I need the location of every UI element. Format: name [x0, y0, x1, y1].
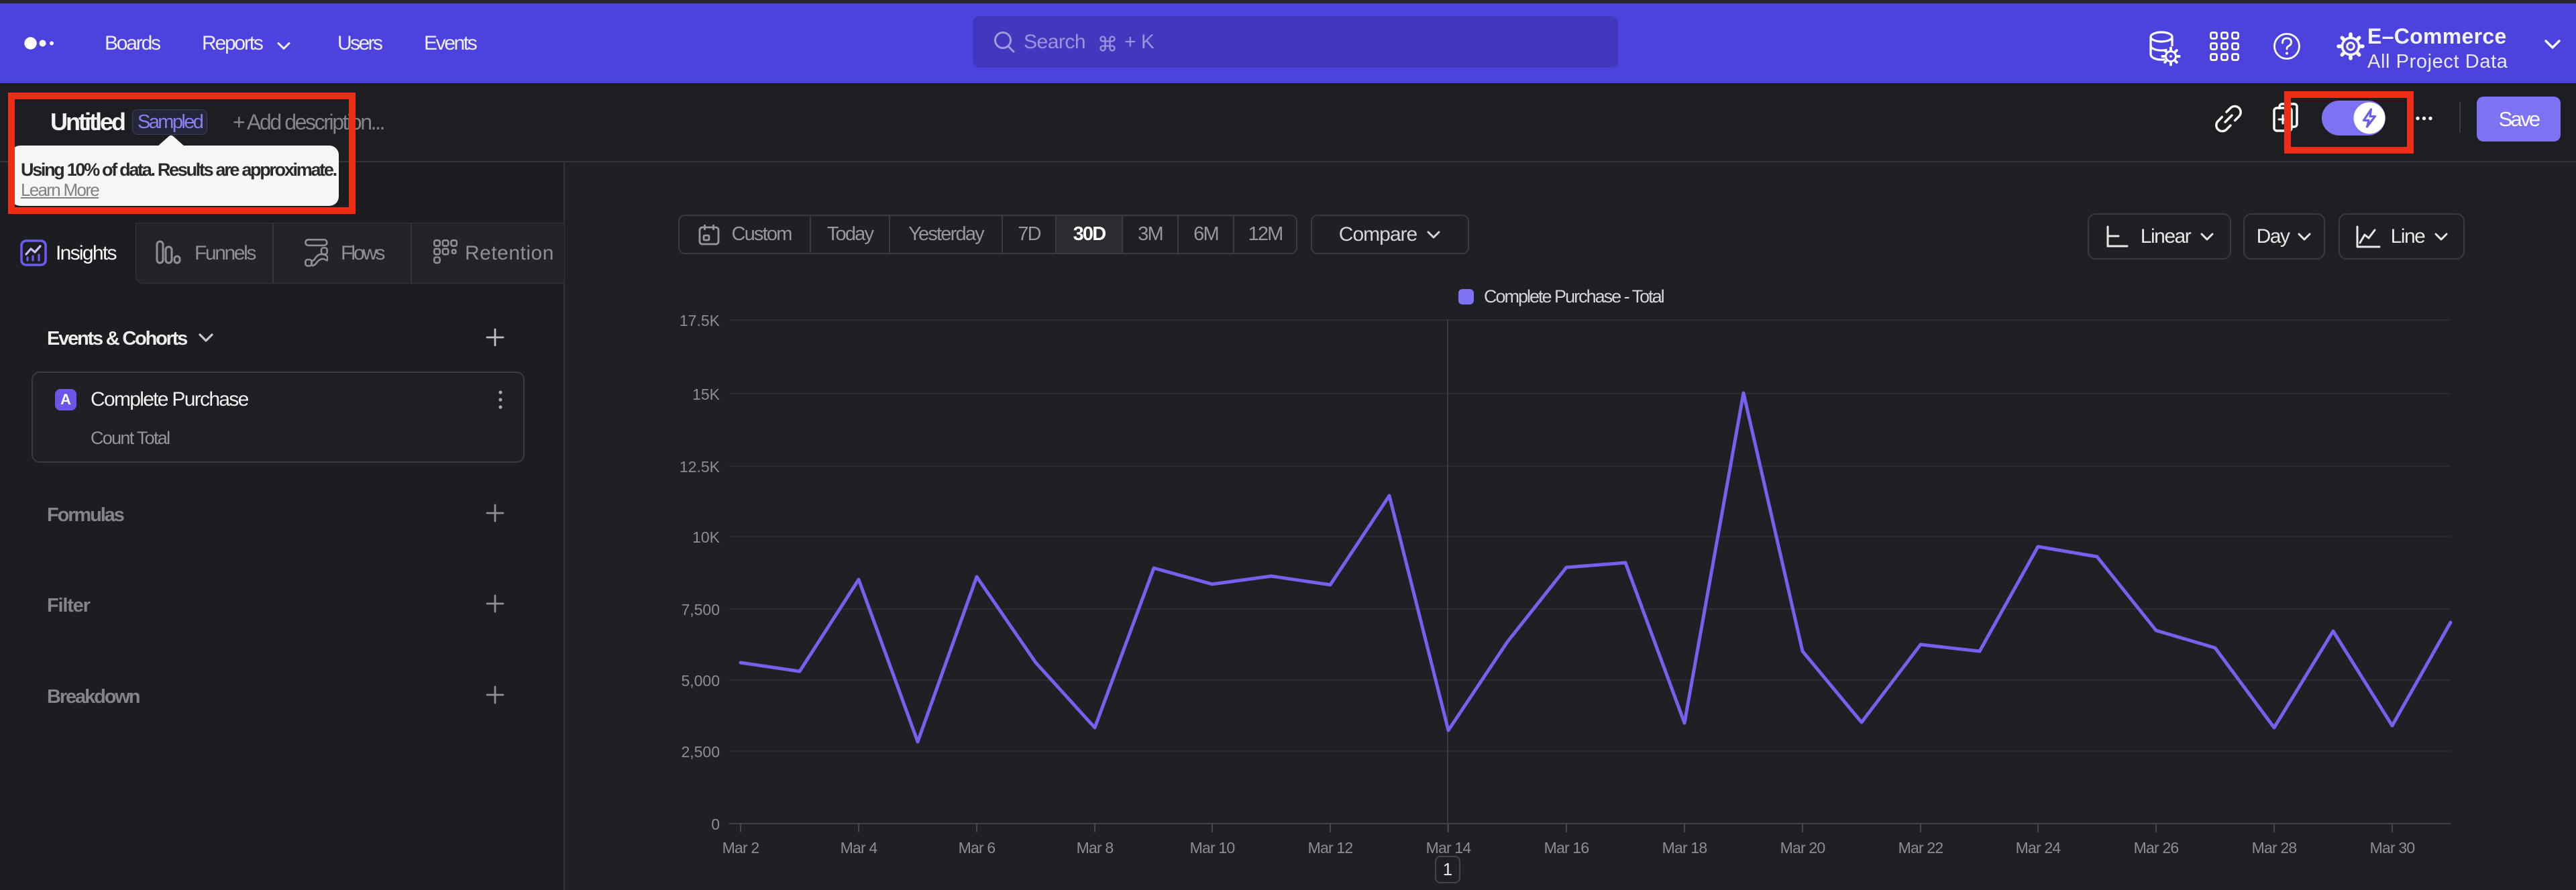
svg-text:Mar 8: Mar 8: [1077, 839, 1114, 856]
svg-text:7,500: 7,500: [681, 601, 720, 618]
svg-text:Mar 4: Mar 4: [841, 839, 878, 856]
svg-text:Complete Purchase - Total: Complete Purchase - Total: [1484, 286, 1664, 307]
svg-text:0: 0: [711, 816, 720, 833]
svg-text:15K: 15K: [692, 386, 720, 403]
svg-text:Mar 10: Mar 10: [1190, 839, 1235, 856]
svg-text:Mar 22: Mar 22: [1898, 839, 1943, 856]
svg-text:Mar 16: Mar 16: [1544, 839, 1589, 856]
svg-text:Mar 20: Mar 20: [1780, 839, 1825, 856]
svg-text:17.5K: 17.5K: [680, 312, 720, 329]
svg-text:Mar 12: Mar 12: [1308, 839, 1353, 856]
svg-text:5,000: 5,000: [681, 672, 720, 689]
svg-text:Mar 14: Mar 14: [1426, 839, 1472, 856]
svg-text:Mar 18: Mar 18: [1662, 839, 1707, 856]
svg-text:Mar 24: Mar 24: [2016, 839, 2061, 856]
svg-text:10K: 10K: [692, 529, 720, 546]
svg-text:Mar 26: Mar 26: [2134, 839, 2179, 856]
svg-text:Mar 2: Mar 2: [722, 839, 759, 856]
svg-text:12.5K: 12.5K: [680, 458, 720, 476]
svg-text:Mar 28: Mar 28: [2252, 839, 2297, 856]
svg-text:Mar 30: Mar 30: [2370, 839, 2415, 856]
svg-text:2,500: 2,500: [681, 743, 720, 761]
svg-text:Mar 6: Mar 6: [959, 839, 996, 856]
